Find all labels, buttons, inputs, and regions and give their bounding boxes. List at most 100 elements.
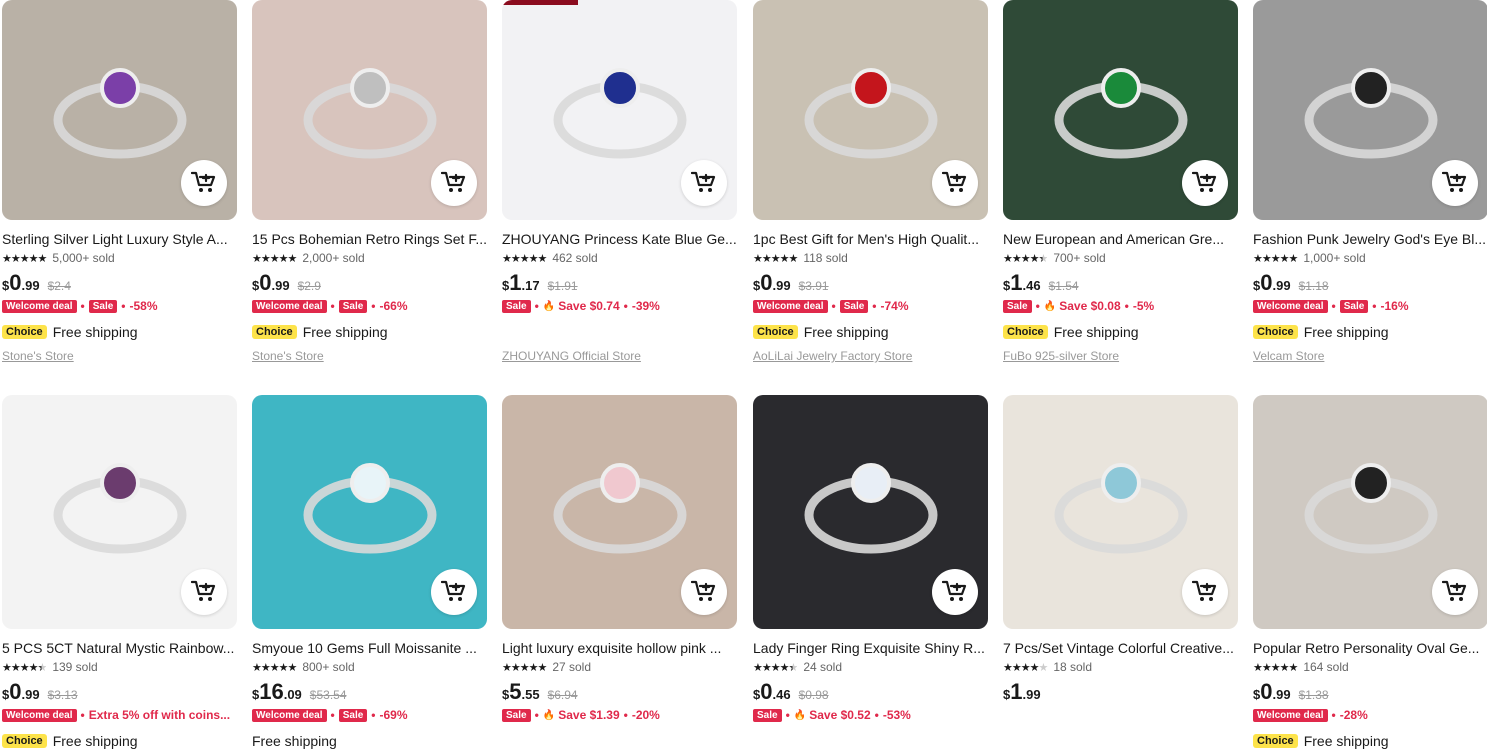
product-price: $0.99 $3.91: [753, 270, 988, 295]
deal-tags: Welcome deal • Sale • -16%: [1253, 298, 1487, 314]
product-image[interactable]: [2, 395, 237, 629]
deal-separator: •: [1331, 299, 1336, 313]
product-image[interactable]: [502, 0, 737, 220]
add-to-cart-icon[interactable]: [1182, 160, 1228, 206]
product-image[interactable]: [753, 0, 988, 220]
product-card[interactable]: 7 Pcs/Set Vintage Colorful Creative... ★★…: [1003, 395, 1238, 750]
product-card[interactable]: New European and American Gre... ★★★★★ 700…: [1003, 0, 1238, 365]
original-price: $1.54: [1048, 279, 1079, 293]
store-link[interactable]: Velcam Store: [1253, 349, 1487, 365]
add-to-cart-icon[interactable]: [932, 160, 978, 206]
product-card[interactable]: 5 PCS 5CT Natural Mystic Rainbow... ★★★★★…: [2, 395, 237, 750]
price-integer: 1: [1010, 679, 1023, 704]
deal-separator: •: [330, 299, 335, 313]
free-shipping-label: Free shipping: [803, 324, 889, 340]
rating-stars: ★★★★★: [502, 661, 547, 674]
deal-badge: Sale: [839, 299, 869, 313]
product-card[interactable]: 15 Pcs Bohemian Retro Rings Set F... ★★★★…: [252, 0, 487, 365]
price-currency: $: [2, 687, 10, 702]
free-shipping-label: Free shipping: [52, 324, 138, 340]
product-title[interactable]: ZHOUYANG Princess Kate Blue Ge...: [502, 230, 737, 248]
add-to-cart-icon[interactable]: [431, 569, 477, 615]
product-image[interactable]: [1003, 0, 1238, 220]
rating-stars: ★★★★★: [252, 252, 297, 265]
product-card[interactable]: 1pc Best Gift for Men's High Qualit... ★★…: [753, 0, 988, 365]
product-title[interactable]: Smyoue 10 Gems Full Moissanite ...: [252, 639, 487, 657]
add-to-cart-icon[interactable]: [431, 160, 477, 206]
deal-separator: •: [371, 299, 376, 313]
free-shipping-label: Free shipping: [1303, 324, 1389, 340]
discount-percent: -74%: [880, 299, 909, 313]
save-amount: Save $0.08: [1059, 299, 1121, 313]
product-image[interactable]: [252, 0, 487, 220]
product-title[interactable]: 1pc Best Gift for Men's High Qualit...: [753, 230, 988, 248]
product-card[interactable]: Fashion Punk Jewelry God's Eye Bl... ★★★★…: [1253, 0, 1487, 365]
product-price: $0.46 $0.98: [753, 679, 988, 704]
add-to-cart-icon[interactable]: [1432, 569, 1478, 615]
deal-tags: [1003, 707, 1238, 723]
product-image[interactable]: [252, 395, 487, 629]
product-title[interactable]: Lady Finger Ring Exquisite Shiny R...: [753, 639, 988, 657]
add-to-cart-icon[interactable]: [932, 569, 978, 615]
deal-badge: Welcome deal: [2, 299, 77, 313]
product-title[interactable]: Fashion Punk Jewelry God's Eye Bl...: [1253, 230, 1487, 248]
original-price: $2.4: [47, 279, 71, 293]
add-to-cart-icon[interactable]: [681, 160, 727, 206]
discount-percent: -20%: [631, 708, 660, 722]
price-currency: $: [252, 278, 260, 293]
choice-badge: Choice: [252, 325, 297, 339]
deal-tags: Welcome deal • Sale • -66%: [252, 298, 487, 314]
product-image[interactable]: [502, 395, 737, 629]
store-link[interactable]: ZHOUYANG Official Store: [502, 349, 737, 365]
product-card[interactable]: Smyoue 10 Gems Full Moissanite ... ★★★★★ 8…: [252, 395, 487, 750]
add-to-cart-icon[interactable]: [1182, 569, 1228, 615]
product-card[interactable]: Light luxury exquisite hollow pink ... ★★…: [502, 395, 737, 750]
product-card[interactable]: ZHOUYANG Princess Kate Blue Ge... ★★★★★ 46…: [502, 0, 737, 365]
discount-percent: -53%: [882, 708, 911, 722]
product-card[interactable]: Popular Retro Personality Oval Ge... ★★★★…: [1253, 395, 1487, 750]
deal-tags: Sale • 🔥 Save $1.39 • -20%: [502, 707, 737, 723]
deal-separator: •: [80, 708, 85, 722]
product-title[interactable]: 7 Pcs/Set Vintage Colorful Creative...: [1003, 639, 1238, 657]
deal-separator: •: [534, 708, 539, 722]
price-currency: $: [753, 687, 761, 702]
choice-badge: Choice: [2, 734, 47, 748]
add-to-cart-icon[interactable]: [681, 569, 727, 615]
product-title[interactable]: Light luxury exquisite hollow pink ...: [502, 639, 737, 657]
free-shipping-label: Free shipping: [52, 733, 138, 749]
store-link[interactable]: Stone's Store: [252, 349, 487, 365]
store-link[interactable]: FuBo 925-silver Store: [1003, 349, 1238, 365]
coin-discount: Extra 5% off with coins...: [88, 708, 231, 722]
product-image[interactable]: [1003, 395, 1238, 629]
sold-count: 1,000+ sold: [1303, 251, 1366, 265]
store-link[interactable]: AoLiLai Jewelry Factory Store: [753, 349, 988, 365]
shipping-info: [753, 732, 988, 750]
product-image[interactable]: [2, 0, 237, 220]
product-title[interactable]: Sterling Silver Light Luxury Style A...: [2, 230, 237, 248]
product-image[interactable]: [753, 395, 988, 629]
product-card[interactable]: Sterling Silver Light Luxury Style A... ★…: [2, 0, 237, 365]
store-link[interactable]: Stone's Store: [2, 349, 237, 365]
rating-stars: ★★★★★: [753, 661, 798, 674]
product-card[interactable]: Lady Finger Ring Exquisite Shiny R... ★★★…: [753, 395, 988, 750]
product-title[interactable]: 15 Pcs Bohemian Retro Rings Set F...: [252, 230, 487, 248]
product-rating: ★★★★★ 700+ sold: [1003, 250, 1238, 266]
add-to-cart-icon[interactable]: [181, 569, 227, 615]
save-amount: Save $0.74: [558, 299, 620, 313]
product-image[interactable]: [1253, 0, 1487, 220]
product-title[interactable]: New European and American Gre...: [1003, 230, 1238, 248]
shipping-info: [1003, 732, 1238, 750]
flame-icon: 🔥: [542, 300, 556, 312]
price-decimal: .09: [283, 687, 302, 702]
rating-stars: ★★★★★: [2, 252, 47, 265]
product-title[interactable]: 5 PCS 5CT Natural Mystic Rainbow...: [2, 639, 237, 657]
choice-badge: Choice: [2, 325, 47, 339]
product-title[interactable]: Popular Retro Personality Oval Ge...: [1253, 639, 1487, 657]
sold-count: 800+ sold: [302, 660, 355, 674]
product-rating: ★★★★★ 164 sold: [1253, 659, 1487, 675]
product-image[interactable]: [1253, 395, 1487, 629]
add-to-cart-icon[interactable]: [1432, 160, 1478, 206]
add-to-cart-icon[interactable]: [181, 160, 227, 206]
deal-badge: Sale: [1003, 299, 1032, 313]
rating-stars: ★★★★★: [252, 661, 297, 674]
